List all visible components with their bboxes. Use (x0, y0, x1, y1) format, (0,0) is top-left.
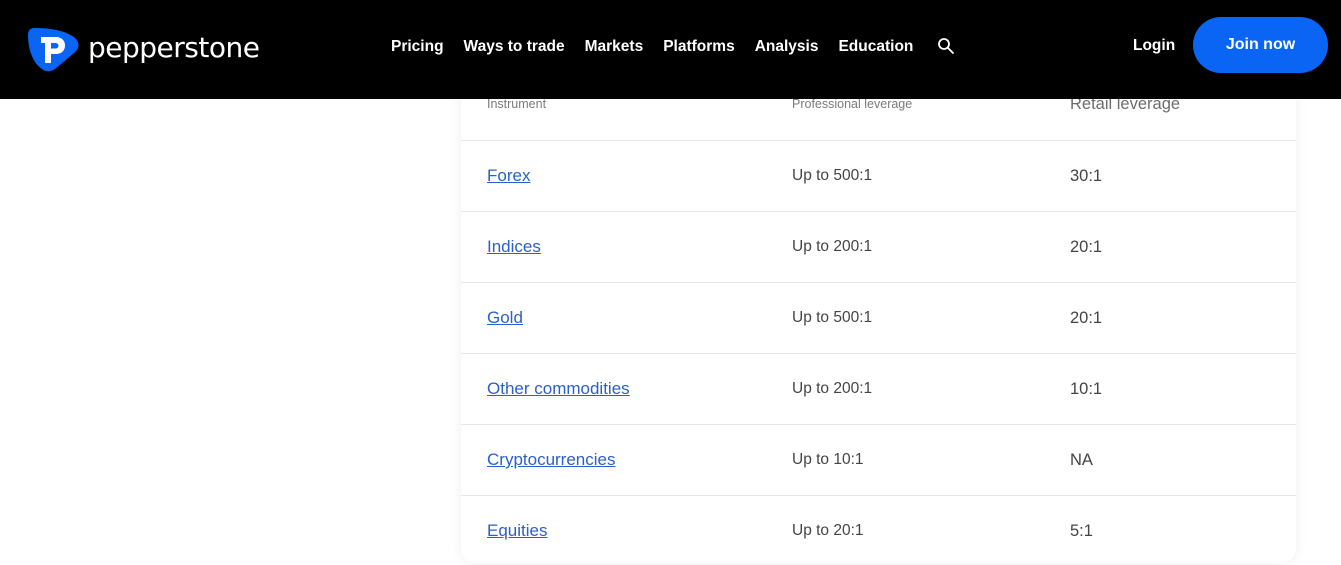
join-now-button[interactable]: Join now (1193, 17, 1328, 73)
main-nav: Pricing Ways to trade Markets Platforms … (391, 36, 933, 58)
table-row: Indices Up to 200:1 20:1 (461, 211, 1296, 282)
brand-name: pepperstone (88, 30, 260, 64)
professional-leverage-value: Up to 200:1 (792, 380, 873, 397)
retail-leverage-value: 20:1 (1070, 238, 1103, 256)
professional-leverage-value: Up to 200:1 (792, 238, 873, 255)
instrument-link-other-commodities[interactable]: Other commodities (487, 379, 630, 399)
table-row: Other commodities Up to 200:1 10:1 (461, 353, 1296, 424)
professional-leverage-value: Up to 20:1 (792, 522, 864, 539)
table-row: Cryptocurrencies Up to 10:1 NA (461, 424, 1296, 495)
retail-leverage-value: 20:1 (1070, 309, 1103, 327)
retail-leverage-value: 5:1 (1070, 522, 1093, 540)
professional-leverage-value: Up to 500:1 (792, 309, 873, 326)
login-link[interactable]: Login (1133, 36, 1175, 56)
instrument-link-cryptocurrencies[interactable]: Cryptocurrencies (487, 450, 616, 470)
search-icon[interactable] (937, 37, 955, 55)
brand-logo[interactable]: pepperstone (28, 26, 260, 72)
table-row: Gold Up to 500:1 20:1 (461, 282, 1296, 353)
leverage-table: Instrument Professional leverage Retail … (461, 60, 1296, 563)
table-row: Equities Up to 20:1 5:1 (461, 495, 1296, 565)
nav-item-education[interactable]: Education (838, 36, 913, 58)
nav-item-analysis[interactable]: Analysis (755, 36, 819, 58)
professional-leverage-value: Up to 10:1 (792, 451, 864, 468)
retail-leverage-value: 30:1 (1070, 167, 1103, 185)
nav-item-pricing[interactable]: Pricing (391, 36, 444, 58)
instrument-link-forex[interactable]: Forex (487, 166, 530, 186)
site-header: pepperstone Pricing Ways to trade Market… (0, 0, 1341, 99)
professional-leverage-value: Up to 500:1 (792, 167, 873, 184)
instrument-link-equities[interactable]: Equities (487, 521, 547, 541)
nav-item-markets[interactable]: Markets (585, 36, 644, 58)
pepperstone-logo-icon (28, 28, 79, 72)
instrument-link-gold[interactable]: Gold (487, 308, 523, 328)
table-row: Forex Up to 500:1 30:1 (461, 140, 1296, 211)
retail-leverage-value: NA (1070, 451, 1093, 469)
column-header-professional-leverage: Professional leverage (792, 97, 913, 111)
column-header-instrument: Instrument (487, 97, 547, 111)
nav-item-ways-to-trade[interactable]: Ways to trade (464, 36, 565, 58)
nav-item-platforms[interactable]: Platforms (663, 36, 735, 58)
instrument-link-indices[interactable]: Indices (487, 237, 541, 257)
retail-leverage-value: 10:1 (1070, 380, 1103, 398)
